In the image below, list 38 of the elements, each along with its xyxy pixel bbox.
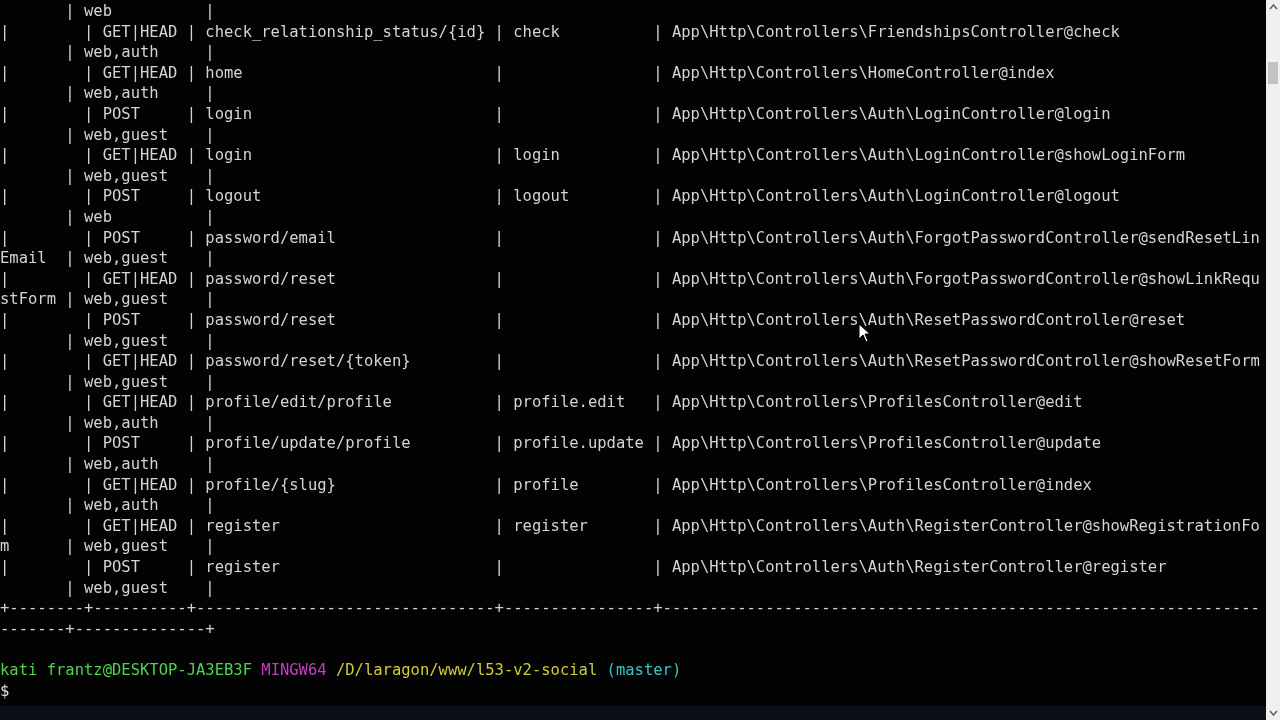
terminal-line: -------+--------------+: [0, 618, 215, 640]
terminal-line: Email | web,guest |: [0, 248, 215, 269]
terminal-line: | web,auth |: [64, 412, 215, 434]
terminal-line: | | GET|HEAD | login | login | App\Http\Controllers\Auth\LoginController@showLoginForm: [0, 145, 1186, 166]
terminal-line: | web,auth |: [64, 42, 215, 63]
terminal-line: | | GET|HEAD | check_relationship_status/{id} | check | App\Http\Controllers\FriendshipsController@check: [0, 21, 1120, 43]
terminal-line: | web,guest |: [64, 371, 215, 393]
terminal-line: | | POST | profile/update/profile | profile.update | App\Http\Controllers\ProfilesController@update: [0, 433, 1102, 455]
terminal-line: m | web,guest |: [0, 536, 215, 558]
terminal-line: | | GET|HEAD | profile/edit/profile | profile.edit | App\Http\Controllers\ProfilesController@edit: [0, 392, 1083, 413]
terminal-line: | web |: [64, 1, 215, 22]
prompt-shell: MINGW64: [261, 660, 327, 681]
terminal-line: | web,guest |: [64, 577, 215, 599]
terminal-line: | | POST | password/email | | App\Http\Controllers\Auth\ForgotPasswordController@sendResetLin: [0, 227, 1260, 249]
terminal-line: | | GET|HEAD | password/reset | | App\Http\Controllers\Auth\ForgotPasswordController@showLinkRequ: [0, 268, 1260, 290]
prompt-path: /D/laragon/www/l53-v2-social: [335, 660, 598, 681]
prompt-user-host: kati frantz@DESKTOP-JA3EB3F: [0, 660, 252, 681]
terminal-line: | web,guest |: [64, 330, 215, 352]
terminal-line: stForm | web,guest |: [0, 289, 215, 310]
terminal-line: | web,guest |: [64, 124, 215, 146]
terminal-line: | web,auth |: [64, 83, 215, 104]
terminal-line: +--------+----------+--------------------------------+----------------+----------------------------------------------------------------: [0, 598, 1260, 619]
terminal-line: | web,auth |: [64, 454, 215, 475]
scrollbar[interactable]: [1266, 0, 1280, 720]
terminal-line: | | GET|HEAD | register | register | App\Http\Controllers\Auth\RegisterController@showRegistrationFo: [0, 515, 1260, 537]
terminal-line: | | GET|HEAD | home | | App\Http\Controllers\HomeController@index: [0, 62, 1055, 84]
scrollbar-thumb[interactable]: [1268, 62, 1278, 84]
terminal-line: | | POST | login | | App\Http\Controllers\Auth\LoginController@login: [0, 103, 1111, 125]
terminal-line: | web,auth |: [64, 495, 215, 516]
terminal-line: | | GET|HEAD | password/reset/{token} | | App\Http\Controllers\Auth\ResetPasswordController@showResetForm: [0, 351, 1260, 372]
prompt-symbol: $: [0, 681, 10, 700]
terminal-line: | | POST | register | | App\Http\Controllers\Auth\RegisterController@register: [0, 557, 1167, 578]
terminal-line: | web,guest |: [64, 165, 215, 187]
terminal-line: | | POST | logout | logout | App\Http\Controllers\Auth\LoginController@logout: [0, 186, 1120, 207]
terminal-line: | web |: [64, 206, 215, 228]
terminal-line: | | POST | password/reset | | App\Http\Controllers\Auth\ResetPasswordController@reset: [0, 309, 1186, 331]
prompt-branch: (master): [606, 660, 682, 681]
terminal-line: | | GET|HEAD | profile/{slug} | profile | App\Http\Controllers\ProfilesController@index: [0, 474, 1092, 496]
